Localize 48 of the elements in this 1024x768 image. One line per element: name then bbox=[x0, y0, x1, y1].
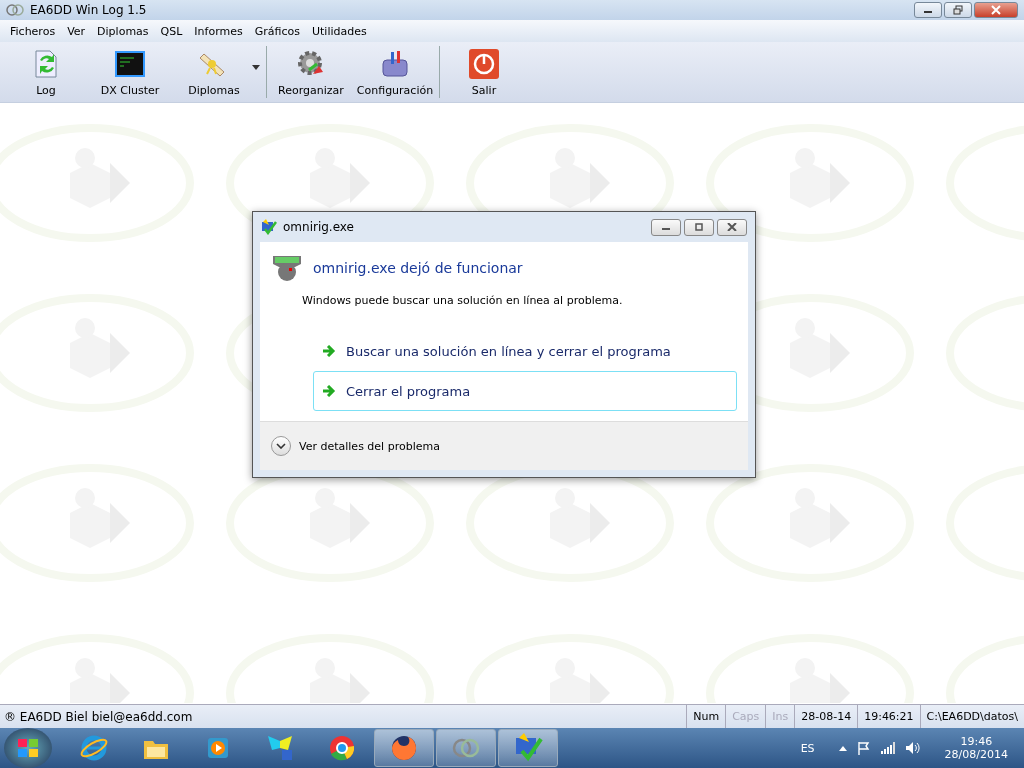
check-app-icon[interactable] bbox=[498, 729, 558, 767]
arrow-icon bbox=[322, 385, 336, 397]
close-button[interactable] bbox=[974, 2, 1018, 18]
menu-item[interactable]: Informes bbox=[188, 24, 249, 38]
window-title: EA6DD Win Log 1.5 bbox=[30, 3, 147, 17]
rings-icon bbox=[6, 4, 24, 16]
speaker-icon[interactable] bbox=[904, 741, 921, 755]
toolbar-button[interactable]: Salir bbox=[442, 42, 526, 102]
menu-item[interactable]: Ficheros bbox=[4, 24, 62, 38]
close-icon bbox=[727, 223, 737, 231]
menu-item[interactable]: QSL bbox=[154, 24, 189, 38]
restore-button[interactable] bbox=[944, 2, 972, 18]
chevron-down-icon bbox=[276, 443, 286, 449]
power-icon bbox=[468, 47, 500, 80]
signal-icon[interactable] bbox=[880, 742, 895, 754]
details-link[interactable]: Ver detalles del problema bbox=[299, 439, 440, 453]
close-icon bbox=[991, 5, 1001, 15]
dialog-title: omnirig.exe bbox=[283, 220, 354, 234]
toolbar-button[interactable]: Diplomas bbox=[172, 42, 256, 102]
toolbar-button[interactable]: DX Cluster bbox=[88, 42, 172, 102]
dialog-message: Windows puede buscar una solución en línea al problema. bbox=[302, 294, 624, 307]
toolbar-button[interactable]: Configuración bbox=[353, 42, 437, 102]
menu-item[interactable]: Gráficos bbox=[248, 24, 306, 38]
restore-icon bbox=[953, 5, 963, 15]
menu-item[interactable]: Diplomas bbox=[91, 24, 155, 38]
command-link[interactable]: Cerrar el programa bbox=[313, 371, 737, 411]
firefox-app-icon[interactable] bbox=[374, 729, 434, 767]
start-button[interactable] bbox=[4, 728, 52, 768]
menu-item[interactable]: Utilidades bbox=[305, 24, 373, 38]
dialog-heading: omnirig.exe dejó de funcionar bbox=[313, 260, 523, 276]
clock-time[interactable]: 19:46 bbox=[960, 735, 993, 748]
maximize-button[interactable] bbox=[684, 218, 714, 236]
warning-check-icon bbox=[261, 219, 277, 235]
menu-item[interactable]: Ver bbox=[61, 24, 92, 38]
clock-date[interactable]: 28/08/2014 bbox=[944, 748, 1008, 761]
maximize-icon bbox=[694, 223, 704, 231]
flag-icon[interactable] bbox=[856, 741, 871, 755]
minimize-button[interactable] bbox=[651, 218, 681, 236]
caret-icon[interactable] bbox=[252, 64, 260, 70]
toolbar-button[interactable]: Log bbox=[4, 42, 88, 102]
minimize-button[interactable] bbox=[914, 2, 942, 18]
toolbar-button[interactable]: Reorganizar bbox=[269, 42, 353, 102]
arrow-icon bbox=[322, 345, 336, 357]
expand-button[interactable] bbox=[271, 436, 291, 456]
language-indicator[interactable]: ES bbox=[800, 741, 815, 755]
caret-icon[interactable] bbox=[838, 745, 847, 751]
close-button[interactable] bbox=[717, 218, 747, 236]
status-text: ® EA6DD Biel biel@ea6dd.com bbox=[3, 709, 194, 724]
